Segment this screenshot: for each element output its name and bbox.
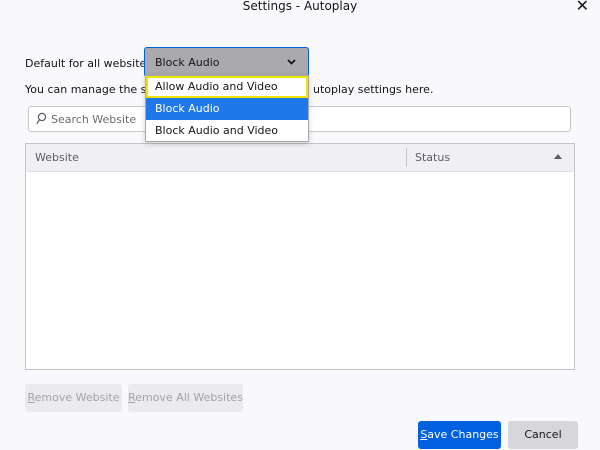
option-block-audio[interactable]: Block Audio	[146, 98, 308, 120]
column-header-status[interactable]: Status	[407, 144, 574, 171]
column-header-website[interactable]: Website	[26, 144, 406, 171]
cancel-button[interactable]: Cancel	[508, 421, 578, 449]
column-website-label: Website	[35, 151, 79, 164]
remove-all-websites-button[interactable]: Remove All Websites	[128, 384, 243, 412]
description-right: utoplay settings here.	[313, 83, 434, 96]
table-header: Website Status	[26, 144, 574, 172]
remove-website-button[interactable]: Remove Website	[25, 384, 122, 412]
default-setting-dropdown: Allow Audio and Video Block Audio Block …	[145, 75, 309, 142]
chevron-down-icon	[287, 59, 296, 65]
title-bar: Settings - Autoplay ✕	[0, 0, 600, 22]
default-setting-label: Default for all websites:	[25, 57, 156, 70]
sort-ascending-icon	[554, 154, 562, 159]
website-table: Website Status	[25, 143, 575, 370]
description-text: You can manage the site utoplay settings …	[25, 83, 433, 96]
option-allow-audio-and-video[interactable]: Allow Audio and Video	[146, 76, 308, 98]
save-changes-button[interactable]: Save Changes	[418, 421, 501, 449]
column-status-label: Status	[415, 151, 451, 164]
selected-value: Block Audio	[155, 56, 220, 69]
search-icon	[36, 112, 47, 125]
default-setting-select[interactable]: Block Audio	[144, 47, 309, 77]
description-left: You can manage the site	[25, 83, 161, 96]
option-block-audio-and-video[interactable]: Block Audio and Video	[146, 120, 308, 142]
close-icon[interactable]: ✕	[576, 0, 589, 16]
window-title: Settings - Autoplay	[242, 0, 358, 13]
